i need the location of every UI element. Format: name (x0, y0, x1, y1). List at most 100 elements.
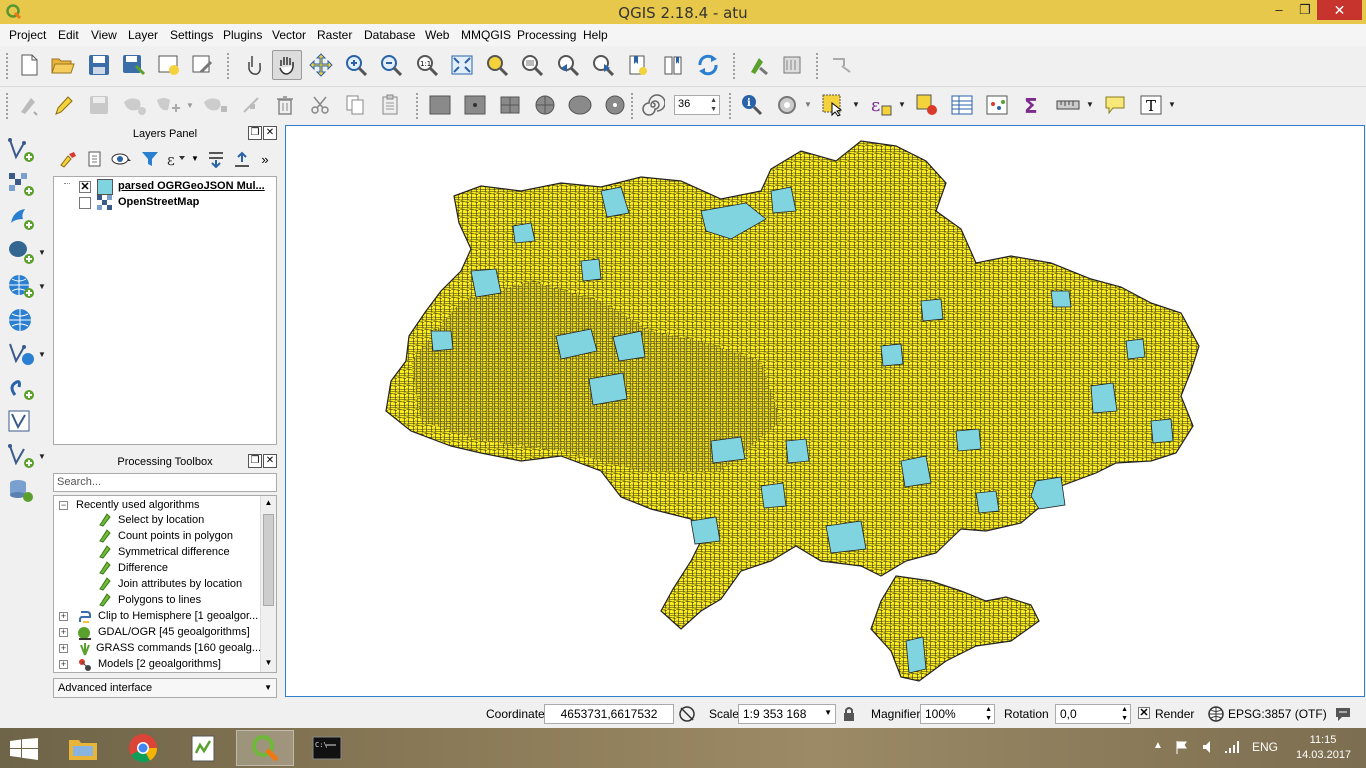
add-virtual-layer-icon[interactable] (6, 408, 36, 436)
chevron-down-icon[interactable]: ▼ (898, 100, 906, 109)
menu-processing[interactable]: Processing (517, 28, 576, 42)
more-tools-icon[interactable]: » (255, 146, 275, 172)
filter-legend-icon[interactable] (137, 146, 163, 172)
chrome-icon[interactable] (114, 730, 172, 766)
menu-plugins[interactable]: Plugins (223, 28, 262, 42)
add-wcs-layer-icon[interactable] (6, 306, 36, 334)
zoom-native-icon[interactable]: 1:1 (412, 50, 442, 80)
editor-icon[interactable] (174, 730, 232, 766)
digitize-circle-icon[interactable] (530, 90, 560, 120)
pan-map-icon[interactable] (272, 50, 302, 80)
refresh-icon[interactable] (693, 50, 723, 80)
scroll-down-icon[interactable]: ▼ (263, 658, 274, 669)
zoom-in-icon[interactable] (341, 50, 371, 80)
save-as-icon[interactable] (119, 50, 149, 80)
menu-project[interactable]: Project (9, 28, 46, 42)
digitize-ellipse-icon[interactable] (565, 90, 595, 120)
render-checkbox[interactable]: ✕ (1138, 707, 1150, 719)
add-spatialite-layer-icon[interactable] (6, 204, 36, 232)
digitize-polygon-icon[interactable] (600, 90, 630, 120)
spinner-arrows-icon[interactable]: ▲ ▼ (710, 96, 717, 114)
windows-start-icon[interactable] (10, 738, 38, 763)
menu-raster[interactable]: Raster (317, 28, 352, 42)
tree-scrollbar[interactable]: ▲ ▼ (260, 496, 276, 672)
toggle-extents-icon[interactable] (678, 705, 696, 726)
python-plugin-icon[interactable] (743, 50, 773, 80)
copy-features-icon[interactable] (340, 90, 370, 120)
chevron-down-icon[interactable]: ▼ (852, 100, 860, 109)
minimize-button[interactable]: – (1265, 0, 1293, 20)
rotation-spinbox[interactable]: 0,0 ▲ ▼ (1055, 704, 1131, 724)
collapse-all-icon[interactable] (229, 146, 255, 172)
toolbar-grip[interactable] (732, 52, 736, 80)
scroll-up-icon[interactable]: ▲ (263, 498, 274, 509)
zoom-last-icon[interactable] (553, 50, 583, 80)
add-wfs-layer-icon[interactable] (6, 340, 36, 368)
zoom-full-icon[interactable] (447, 50, 477, 80)
zoom-to-selection-icon[interactable] (482, 50, 512, 80)
pan-to-selection-icon[interactable] (306, 50, 336, 80)
toolbar-grip[interactable] (815, 52, 819, 80)
plugin-tool-icon[interactable] (777, 50, 807, 80)
snapping-tolerance-spinbox[interactable]: 36 ▲ ▼ (674, 95, 720, 115)
identify-features-icon[interactable]: i (737, 90, 767, 120)
digitize-square-icon[interactable] (460, 90, 490, 120)
chevron-down-icon[interactable]: ▼ (191, 154, 199, 163)
expand-icon[interactable]: + (59, 612, 68, 621)
toolbox-search-input[interactable]: Search... (53, 473, 277, 492)
close-button[interactable]: ✕ (1317, 0, 1362, 20)
close-panel-button[interactable]: ✕ (263, 454, 277, 468)
chevron-down-icon[interactable]: ▼ (186, 101, 194, 110)
map-canvas[interactable] (285, 125, 1365, 697)
expand-icon[interactable]: + (59, 644, 68, 653)
toggle-editing-icon[interactable] (48, 90, 78, 120)
menu-help[interactable]: Help (583, 28, 608, 42)
file-explorer-icon[interactable] (54, 730, 112, 766)
select-by-expression-icon[interactable]: ε (866, 90, 896, 120)
menu-edit[interactable]: Edit (58, 28, 79, 42)
new-project-icon[interactable] (14, 50, 44, 80)
toolbar-grip[interactable] (728, 92, 732, 120)
add-vector-layer-icon[interactable] (6, 136, 36, 164)
chevron-down-icon[interactable]: ▼ (1168, 100, 1176, 109)
layer-row[interactable]: OpenStreetMap (54, 195, 276, 211)
zoom-next-icon[interactable] (588, 50, 618, 80)
volume-icon[interactable] (1202, 740, 1216, 754)
flag-icon[interactable] (1175, 740, 1189, 754)
manage-visibility-icon[interactable] (109, 146, 135, 172)
disabled-tool-icon[interactable] (826, 50, 856, 80)
move-feature-icon[interactable] (154, 90, 184, 120)
attribute-table-icon[interactable] (947, 90, 977, 120)
current-edits-icon[interactable] (14, 90, 44, 120)
statistics-icon[interactable]: Σ (1017, 90, 1047, 120)
node-tool-icon[interactable] (201, 90, 231, 120)
crimea-peninsula[interactable] (870, 575, 1040, 682)
toolbar-grip[interactable] (5, 92, 9, 120)
spiral-tool-icon[interactable] (638, 90, 668, 120)
zoom-to-layer-icon[interactable] (517, 50, 547, 80)
composer-manager-icon[interactable] (188, 50, 218, 80)
add-group-icon[interactable] (82, 146, 108, 172)
interface-mode-select[interactable]: Advanced interface ▼ (53, 678, 277, 698)
network-icon[interactable] (1224, 740, 1240, 754)
cut-features-icon[interactable] (305, 90, 335, 120)
show-hidden-icons[interactable]: ▲ (1153, 740, 1163, 751)
add-raster-layer-icon[interactable] (6, 170, 36, 198)
float-panel-button[interactable]: ❐ (248, 454, 262, 468)
chevron-down-icon[interactable]: ▼ (1086, 100, 1094, 109)
messages-icon[interactable] (1334, 705, 1352, 726)
scale-combobox[interactable]: 1:9 353 168 ▼ (738, 704, 836, 724)
scroll-thumb[interactable] (263, 514, 274, 606)
new-shapefile-layer-icon[interactable] (6, 442, 36, 470)
show-bookmarks-icon[interactable] (658, 50, 688, 80)
digitize-center-square-icon[interactable] (495, 90, 525, 120)
menu-mmqgis[interactable]: MMQGIS (461, 28, 511, 42)
language-indicator[interactable]: ENG (1252, 740, 1278, 754)
open-project-icon[interactable] (48, 50, 78, 80)
toolbar-grip[interactable] (226, 52, 230, 80)
deselect-all-icon[interactable] (912, 90, 942, 120)
float-panel-button[interactable]: ❐ (248, 126, 262, 140)
qgis-icon[interactable] (236, 730, 294, 766)
chevron-down-icon[interactable]: ▼ (38, 452, 46, 461)
toolbar-grip[interactable] (5, 52, 9, 80)
